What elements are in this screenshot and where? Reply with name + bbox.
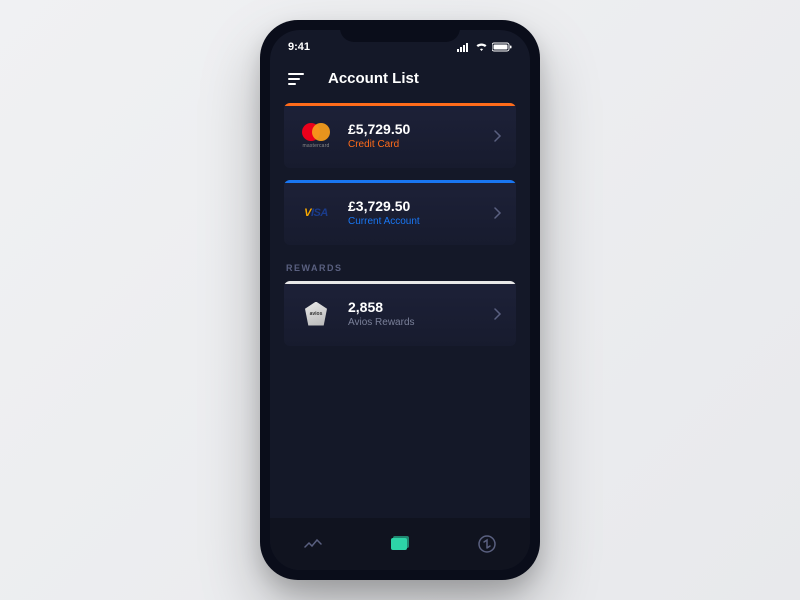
- account-type: Credit Card: [348, 139, 480, 150]
- avios-logo: avios: [298, 302, 334, 326]
- chevron-right-icon: [494, 308, 502, 320]
- signal-icon: [457, 42, 471, 52]
- phone-frame: 9:41 Account List mastercard: [260, 20, 540, 580]
- rewards-label: Avios Rewards: [348, 317, 480, 328]
- screen: 9:41 Account List mastercard: [270, 30, 530, 570]
- status-indicators: [457, 42, 512, 52]
- rewards-heading: REWARDS: [286, 263, 514, 273]
- bottom-nav: [270, 518, 530, 570]
- account-info: £5,729.50 Credit Card: [348, 121, 480, 150]
- mastercard-logo: mastercard: [298, 123, 334, 149]
- account-balance: £3,729.50: [348, 198, 480, 214]
- nav-chart-icon[interactable]: [293, 524, 333, 564]
- rewards-points: 2,858: [348, 299, 480, 315]
- battery-icon: [492, 42, 512, 52]
- status-time: 9:41: [288, 41, 310, 53]
- chevron-right-icon: [494, 207, 502, 219]
- page-title: Account List: [328, 70, 419, 87]
- account-card-visa[interactable]: VISA £3,729.50 Current Account: [284, 180, 516, 245]
- wifi-icon: [475, 42, 488, 52]
- rewards-info: 2,858 Avios Rewards: [348, 299, 480, 328]
- nav-wallet-icon[interactable]: [380, 524, 420, 564]
- content-area: mastercard £5,729.50 Credit Card VISA £3…: [270, 103, 530, 518]
- menu-icon[interactable]: [288, 73, 304, 85]
- account-info: £3,729.50 Current Account: [348, 198, 480, 227]
- account-balance: £5,729.50: [348, 121, 480, 137]
- device-notch: [340, 20, 460, 42]
- account-card-mastercard[interactable]: mastercard £5,729.50 Credit Card: [284, 103, 516, 168]
- nav-transfer-icon[interactable]: [467, 524, 507, 564]
- rewards-card-avios[interactable]: avios 2,858 Avios Rewards: [284, 281, 516, 346]
- chevron-right-icon: [494, 130, 502, 142]
- app-header: Account List: [270, 62, 530, 103]
- visa-logo: VISA: [298, 207, 334, 219]
- account-type: Current Account: [348, 216, 480, 227]
